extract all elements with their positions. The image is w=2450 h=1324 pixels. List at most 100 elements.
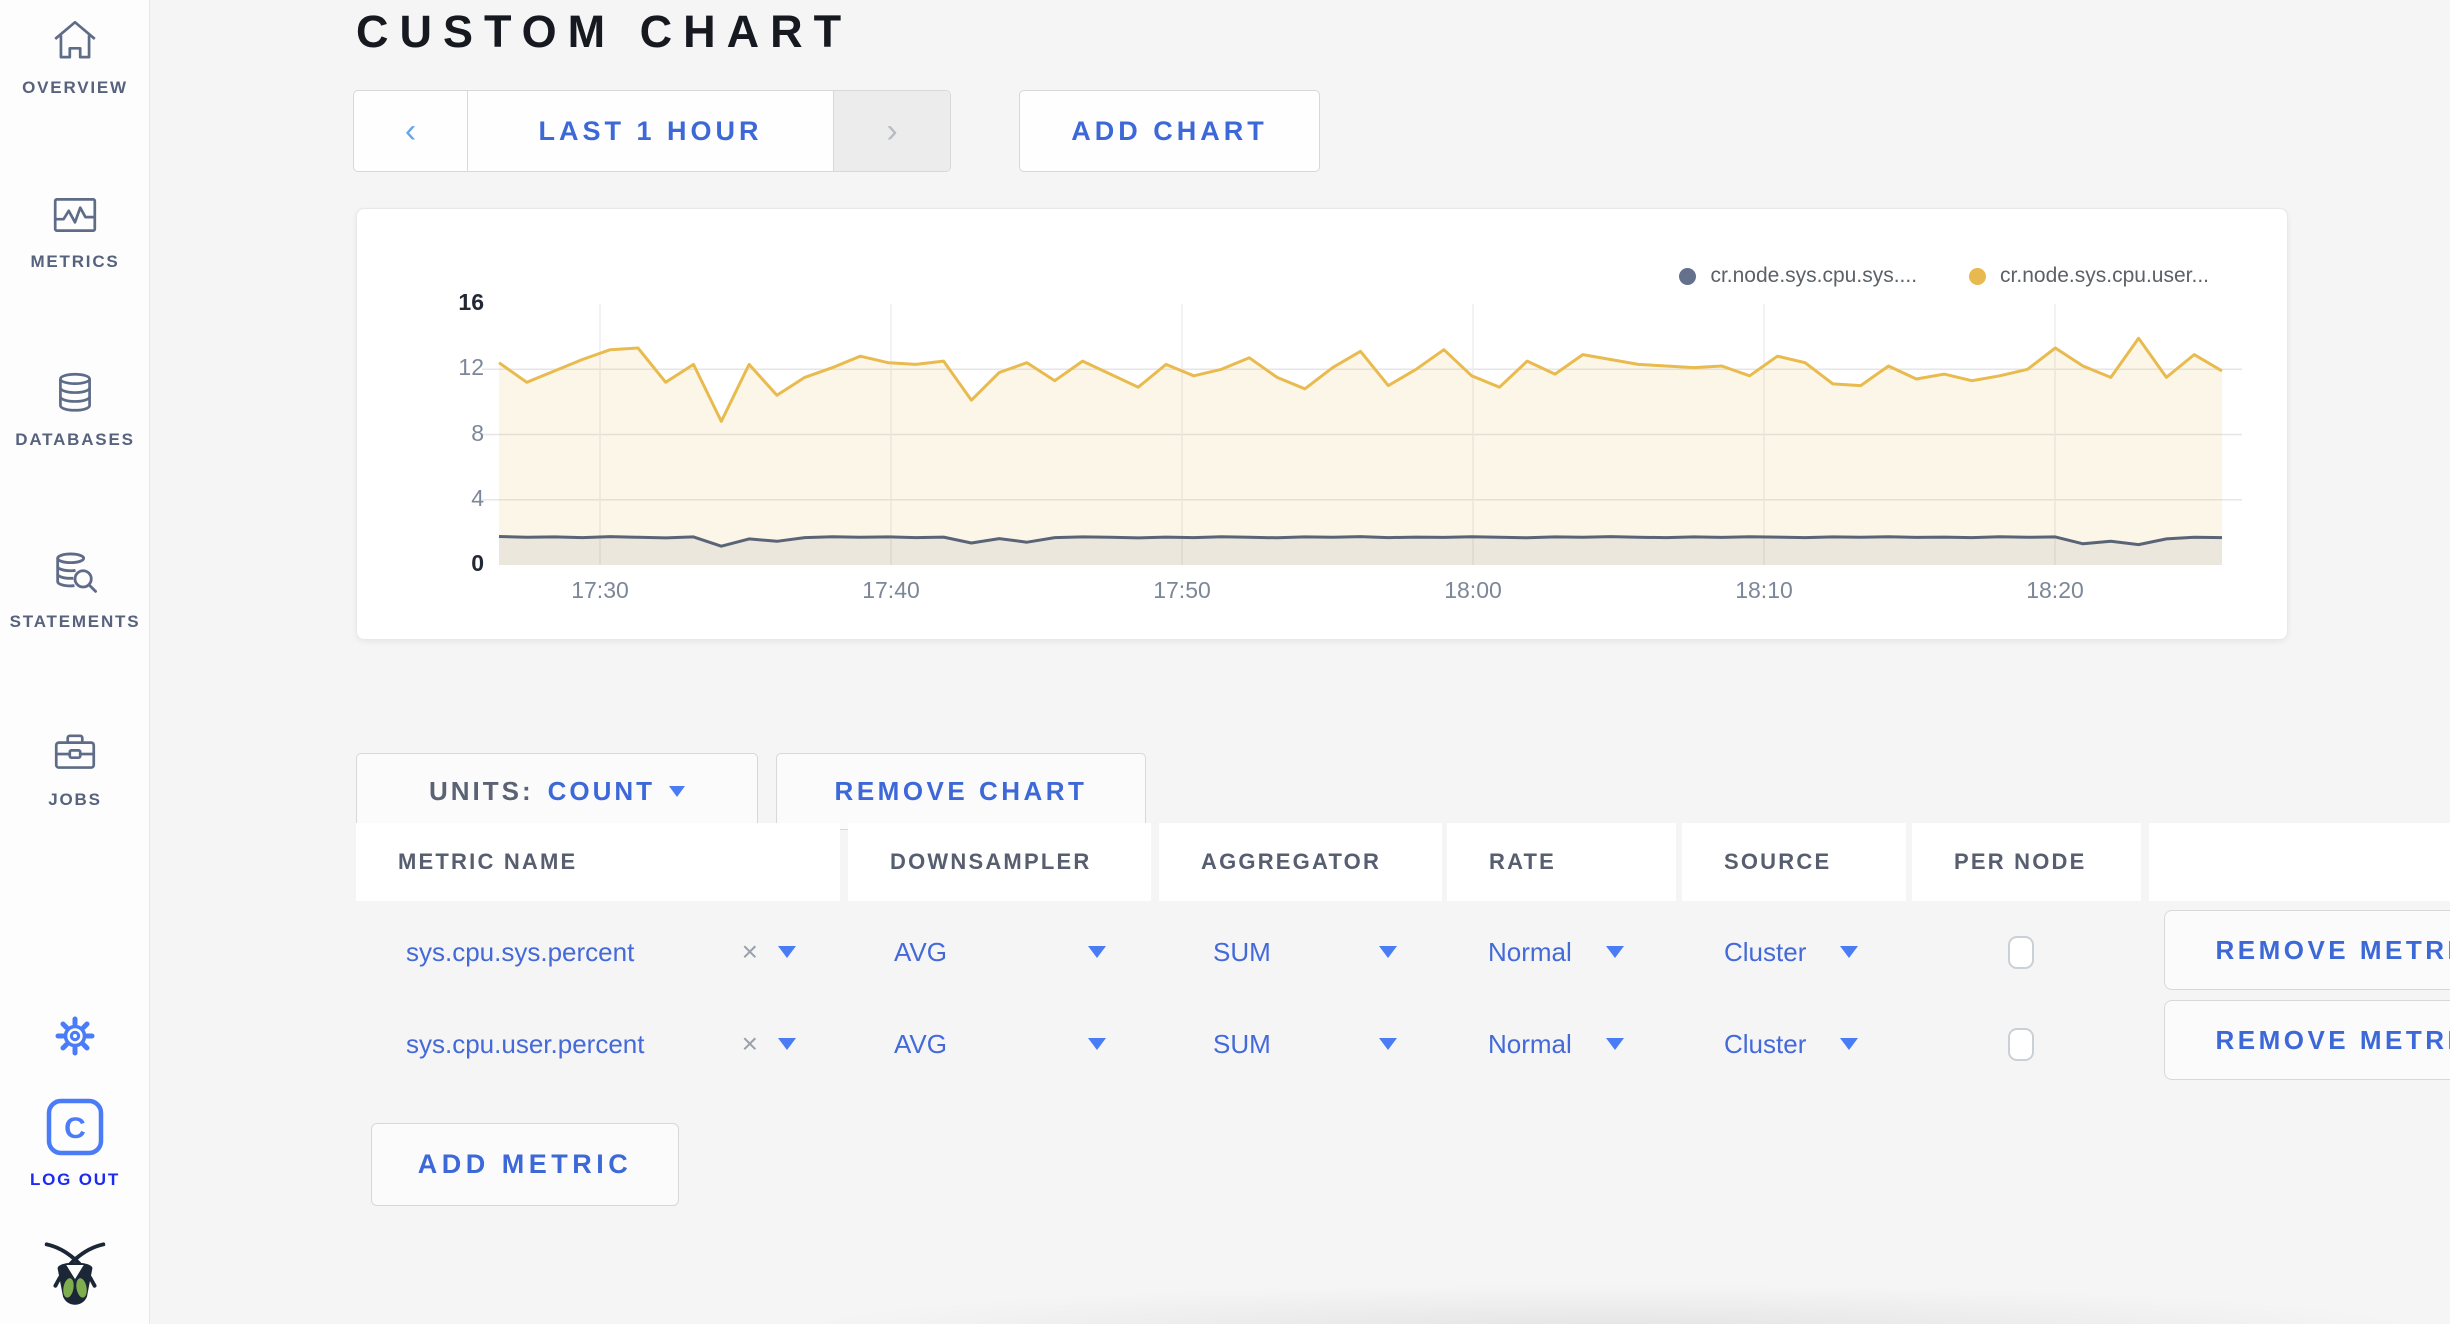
aggregator-select[interactable]: SUM: [1159, 1004, 1442, 1084]
rate-select[interactable]: Normal: [1447, 912, 1676, 992]
cockroach-c-app-icon: C: [0, 1096, 150, 1158]
clear-icon[interactable]: ×: [742, 938, 758, 966]
database-search-icon: [0, 548, 150, 600]
downsampler-select[interactable]: AVG: [848, 912, 1151, 992]
caret-down-icon: [1088, 946, 1106, 958]
column-header-source: SOURCE: [1682, 823, 1906, 901]
source-select[interactable]: Cluster: [1682, 1004, 1906, 1084]
rate-value: Normal: [1488, 936, 1572, 967]
remove-chart-button[interactable]: REMOVE CHART: [776, 753, 1146, 830]
caret-down-icon: [1840, 1038, 1858, 1050]
per-node-checkbox[interactable]: [2008, 935, 2034, 969]
column-header-downsampler: DOWNSAMPLER: [848, 823, 1151, 901]
logout-button[interactable]: C LOG OUT: [0, 1096, 150, 1190]
per-node-checkbox[interactable]: [2008, 1027, 2034, 1061]
add-metric-button[interactable]: ADD METRIC: [371, 1123, 679, 1206]
aggregator-select[interactable]: SUM: [1159, 912, 1442, 992]
caret-down-icon: [1379, 1038, 1397, 1050]
cockroachdb-brand-logo[interactable]: [0, 1240, 150, 1314]
y-axis-tick: 8: [471, 419, 484, 446]
chart-legend: cr.node.sys.cpu.sys.... cr.node.sys.cpu.…: [1679, 264, 2209, 288]
add-chart-button[interactable]: ADD CHART: [1019, 90, 1320, 172]
x-axis-tick: 18:10: [1735, 577, 1793, 603]
units-value: COUNT: [547, 776, 656, 806]
rate-value: Normal: [1488, 1028, 1572, 1059]
sidebar-item-label: DATABASES: [15, 430, 135, 449]
per-node-cell: [1912, 1004, 2141, 1084]
cockroach-bug-icon: [0, 1240, 150, 1314]
legend-item-user[interactable]: cr.node.sys.cpu.user...: [1969, 264, 2209, 288]
y-axis-tick: 16: [458, 289, 484, 315]
caret-down-icon: [1606, 1038, 1624, 1050]
metrics-chart-icon: [0, 190, 150, 240]
logo-letter: C: [64, 1112, 86, 1145]
sidebar-item-jobs[interactable]: JOBS: [0, 728, 150, 810]
remove-metric-button[interactable]: REMOVE METRIC: [2164, 1000, 2450, 1080]
sidebar: OVERVIEW METRICS DATABASES STATEMENTS JO…: [0, 0, 150, 1324]
main-content: CUSTOM CHART ‹ LAST 1 HOUR › ADD CHART c…: [151, 0, 2450, 1324]
sidebar-item-label: JOBS: [48, 790, 102, 809]
column-header-aggregator: AGGREGATOR: [1159, 823, 1442, 901]
downsampler-value: AVG: [894, 1028, 947, 1059]
caret-down-icon[interactable]: [778, 946, 796, 958]
database-icon: [0, 368, 150, 418]
caret-down-icon: [1379, 946, 1397, 958]
column-header-rate: RATE: [1447, 823, 1676, 901]
sidebar-item-overview[interactable]: OVERVIEW: [0, 16, 150, 98]
legend-dot-icon: [1969, 267, 1987, 285]
caret-down-icon[interactable]: [778, 1038, 796, 1050]
sidebar-item-statements[interactable]: STATEMENTS: [0, 548, 150, 632]
chart-card: cr.node.sys.cpu.sys.... cr.node.sys.cpu.…: [356, 208, 2288, 640]
metric-name-value: sys.cpu.user.percent: [406, 1028, 645, 1059]
page-title: CUSTOM CHART: [356, 6, 853, 57]
metric-name-value: sys.cpu.sys.percent: [406, 936, 635, 967]
x-axis-tick: 17:30: [571, 577, 629, 603]
y-axis-tick: 4: [471, 484, 484, 511]
column-header-metric-name: METRIC NAME: [356, 823, 840, 901]
clear-icon[interactable]: ×: [742, 1030, 758, 1058]
x-axis-tick: 18:00: [1444, 577, 1502, 603]
metric-name-select[interactable]: sys.cpu.user.percent ×: [356, 1004, 840, 1084]
sidebar-item-label: STATEMENTS: [9, 612, 141, 631]
legend-label: cr.node.sys.cpu.sys....: [1710, 264, 1918, 287]
x-axis-tick: 17:40: [862, 577, 920, 603]
downsampler-select[interactable]: AVG: [848, 1004, 1151, 1084]
settings-button[interactable]: [0, 1012, 150, 1060]
legend-label: cr.node.sys.cpu.user...: [2000, 264, 2209, 287]
remove-metric-button[interactable]: REMOVE METRIC: [2164, 910, 2450, 990]
downsampler-value: AVG: [894, 936, 947, 967]
caret-down-icon: [669, 786, 686, 797]
units-label: UNITS:: [428, 776, 534, 806]
metric-name-select[interactable]: sys.cpu.sys.percent ×: [356, 912, 840, 992]
time-range-next-button[interactable]: ›: [833, 91, 950, 171]
sidebar-item-label: METRICS: [30, 252, 120, 271]
per-node-cell: [1912, 912, 2141, 992]
chevron-left-icon: ‹: [404, 111, 417, 150]
legend-dot-icon: [1679, 267, 1697, 285]
caret-down-icon: [1088, 1038, 1106, 1050]
x-axis-tick: 17:50: [1153, 577, 1211, 603]
briefcase-icon: [0, 728, 150, 778]
home-icon: [0, 16, 150, 66]
y-axis-tick: 0: [471, 550, 484, 576]
caret-down-icon: [1606, 946, 1624, 958]
aggregator-value: SUM: [1213, 1028, 1271, 1059]
legend-item-sys[interactable]: cr.node.sys.cpu.sys....: [1679, 264, 1917, 288]
units-dropdown[interactable]: UNITS: COUNT: [356, 753, 758, 830]
aggregator-value: SUM: [1213, 936, 1271, 967]
source-select[interactable]: Cluster: [1682, 912, 1906, 992]
scroll-shadow: [771, 1280, 2450, 1324]
sidebar-item-databases[interactable]: DATABASES: [0, 368, 150, 450]
logout-label: LOG OUT: [29, 1170, 121, 1189]
rate-select[interactable]: Normal: [1447, 1004, 1676, 1084]
sidebar-item-label: OVERVIEW: [22, 78, 128, 97]
gear-icon: [0, 1012, 150, 1060]
source-value: Cluster: [1724, 1028, 1807, 1059]
sidebar-item-metrics[interactable]: METRICS: [0, 190, 150, 272]
column-header-per-node: PER NODE: [1912, 823, 2141, 901]
timeseries-chart: [482, 304, 2242, 565]
time-range-selector: ‹ LAST 1 HOUR ›: [353, 90, 951, 172]
time-range-prev-button[interactable]: ‹: [354, 91, 468, 171]
y-axis-tick: 12: [458, 354, 484, 381]
time-range-label[interactable]: LAST 1 HOUR: [468, 91, 833, 171]
